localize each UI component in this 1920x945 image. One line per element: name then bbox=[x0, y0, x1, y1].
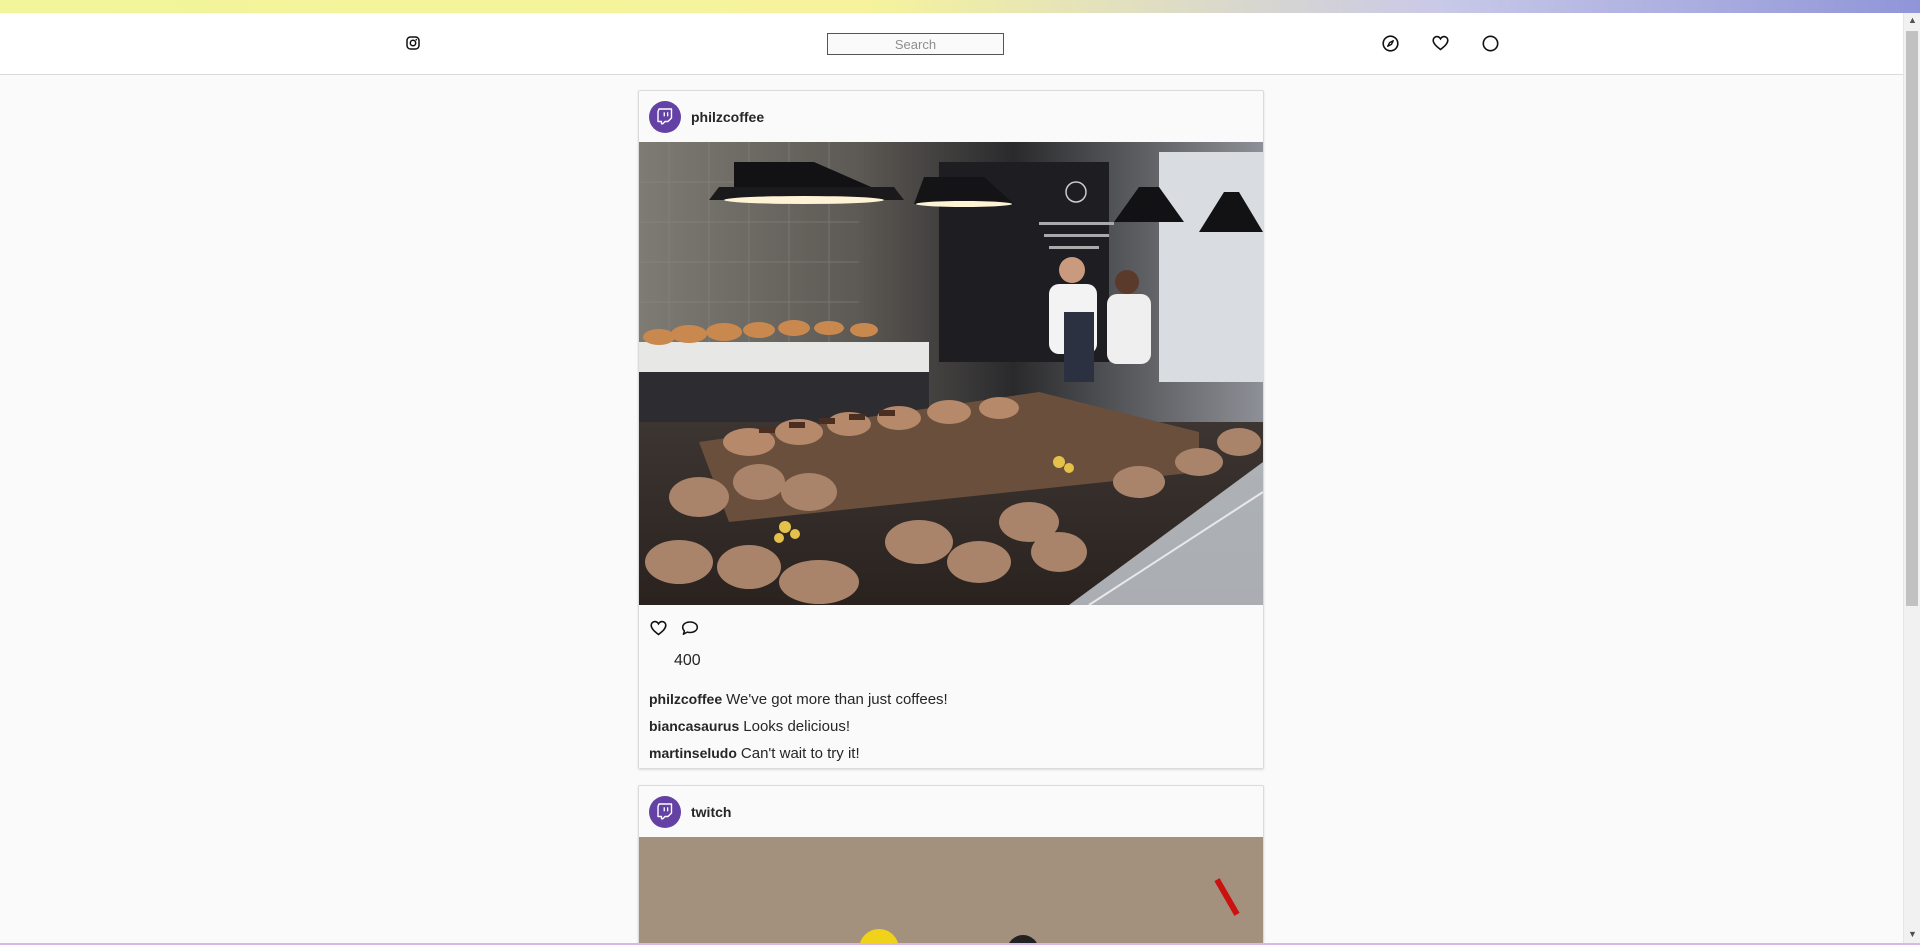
like-heart-icon[interactable] bbox=[648, 618, 668, 638]
post-card: philzcoffee 400 philzcoffee We've got mo… bbox=[638, 90, 1264, 769]
post-header: philzcoffee bbox=[639, 91, 1263, 142]
top-navbar bbox=[0, 13, 1903, 75]
post-header: twitch bbox=[639, 786, 1263, 837]
post-username[interactable]: philzcoffee bbox=[691, 109, 764, 125]
profile-circle-icon[interactable] bbox=[1480, 33, 1500, 53]
comment-list: philzcoffee We've got more than just coff… bbox=[639, 680, 1263, 767]
avatar[interactable] bbox=[649, 100, 681, 133]
page-scrollbar[interactable]: ▲ ▼ bbox=[1903, 13, 1920, 945]
comment: martinseludo Can't wait to try it! bbox=[649, 740, 1263, 767]
browser-bookmarks-strip bbox=[0, 0, 1920, 13]
post-actions bbox=[639, 605, 1263, 650]
search-input[interactable] bbox=[827, 33, 1004, 55]
comment-username[interactable]: philzcoffee bbox=[649, 691, 722, 707]
comment: biancasaurus Looks delicious! bbox=[649, 713, 1263, 740]
instagram-icon[interactable] bbox=[403, 33, 423, 53]
post-image[interactable] bbox=[639, 142, 1263, 605]
comment-username[interactable]: martinseludo bbox=[649, 745, 737, 761]
post-image[interactable] bbox=[639, 837, 1263, 945]
comment-text: Looks delicious! bbox=[743, 718, 850, 735]
like-count: 400 bbox=[674, 652, 701, 669]
explore-compass-icon[interactable] bbox=[1380, 33, 1400, 53]
twitch-icon bbox=[657, 108, 673, 125]
post-username[interactable]: twitch bbox=[691, 804, 731, 820]
comment: philzcoffee We've got more than just coff… bbox=[649, 686, 1263, 713]
comment-bubble-icon[interactable] bbox=[680, 618, 700, 638]
comment-text: Can't wait to try it! bbox=[740, 745, 860, 762]
scroll-down-arrow[interactable]: ▼ bbox=[1908, 929, 1917, 939]
comment-username[interactable]: biancasaurus bbox=[649, 718, 739, 734]
scrollbar-thumb[interactable] bbox=[1906, 31, 1918, 606]
post-card: twitch bbox=[638, 785, 1264, 945]
avatar[interactable] bbox=[649, 795, 681, 828]
comment-text: We've got more than just coffees! bbox=[726, 691, 948, 708]
scroll-up-arrow[interactable]: ▲ bbox=[1908, 15, 1917, 25]
twitch-icon bbox=[657, 803, 673, 820]
heart-icon[interactable] bbox=[1430, 33, 1450, 53]
